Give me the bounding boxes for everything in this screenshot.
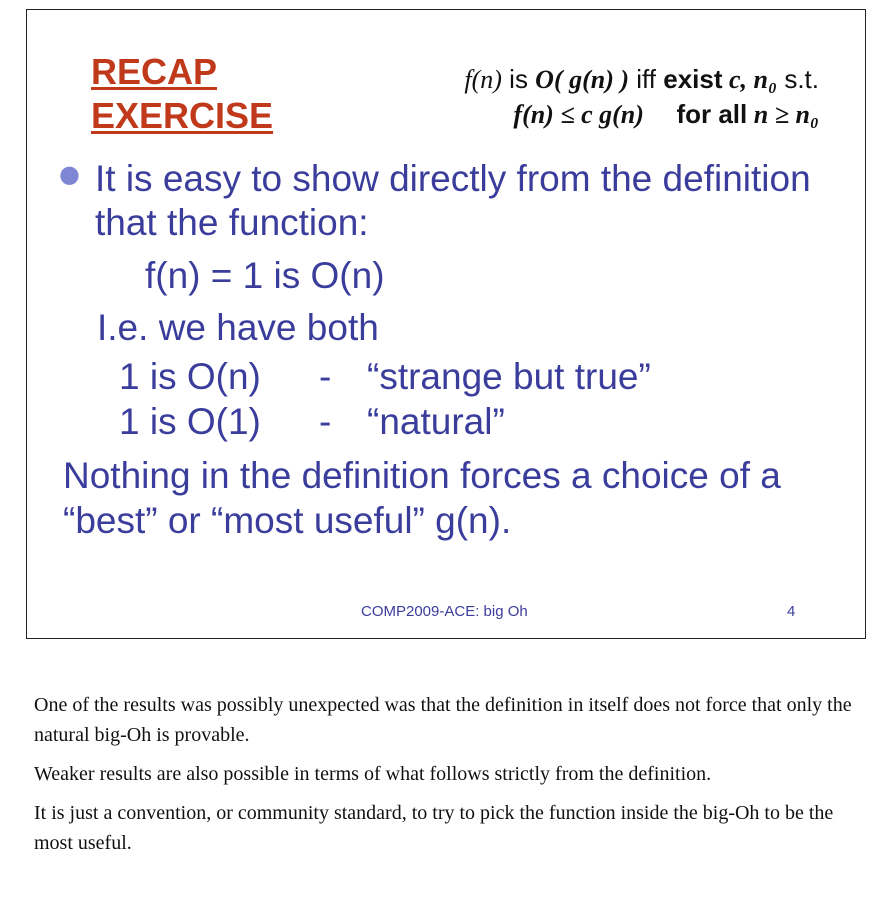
- note-paragraph: One of the results was possibly unexpect…: [34, 694, 852, 746]
- formula: f(n) = 1 is O(n): [145, 255, 385, 296]
- def-for-all: for all: [676, 99, 748, 129]
- def-exist: exist: [663, 64, 723, 94]
- slide-title: RECAP EXERCISE: [91, 50, 273, 138]
- def-iff: iff: [629, 64, 664, 94]
- bullet-icon: ●: [59, 160, 80, 188]
- note-paragraph: It is just a convention, or community st…: [34, 802, 834, 854]
- def-is: is: [501, 64, 536, 94]
- def-vars: c, n₀: [722, 65, 778, 94]
- def-inequality: f(n) ≤ c g(n): [513, 100, 644, 129]
- comparison-row: 1 is O(1) - “natural”: [119, 401, 505, 443]
- note-paragraph: Weaker results are also possible in term…: [34, 763, 712, 785]
- row-right: “natural”: [367, 401, 505, 442]
- title-line-exercise: EXERCISE: [91, 95, 274, 136]
- row-dash: -: [319, 401, 332, 442]
- speaker-notes: One of the results was possibly unexpect…: [34, 690, 854, 867]
- bullet-text: It is easy to show directly from the def…: [95, 158, 811, 243]
- slide: RECAP EXERCISE f(n) is O( g(n) ) iff exi…: [26, 9, 866, 639]
- ie-line: I.e. we have both: [97, 307, 379, 348]
- def-condition: n ≥ n₀: [747, 100, 819, 129]
- row-dash: -: [319, 356, 332, 397]
- row-right: “strange but true”: [367, 356, 651, 397]
- comparison-row: 1 is O(n) - “strange but true”: [119, 356, 651, 398]
- row-left: 1 is O(1): [119, 401, 261, 442]
- conclusion-text: Nothing in the definition forces a choic…: [63, 455, 781, 541]
- title-line-recap: RECAP: [91, 51, 218, 92]
- footer-course: COMP2009-ACE: big Oh: [361, 603, 528, 620]
- big-oh-definition: f(n) is O( g(n) ) iff exist c, n₀ s.t. f…: [464, 62, 819, 132]
- definition-line-2: f(n) ≤ c g(n) for all n ≥ n₀: [464, 97, 819, 132]
- definition-line-1: f(n) is O( g(n) ) iff exist c, n₀ s.t.: [464, 62, 819, 97]
- footer-page-number: 4: [787, 603, 796, 620]
- def-st: s.t.: [777, 64, 819, 94]
- row-left: 1 is O(n): [119, 356, 261, 397]
- def-f: f(n): [464, 65, 502, 94]
- def-O: O( g(n) ): [535, 65, 630, 94]
